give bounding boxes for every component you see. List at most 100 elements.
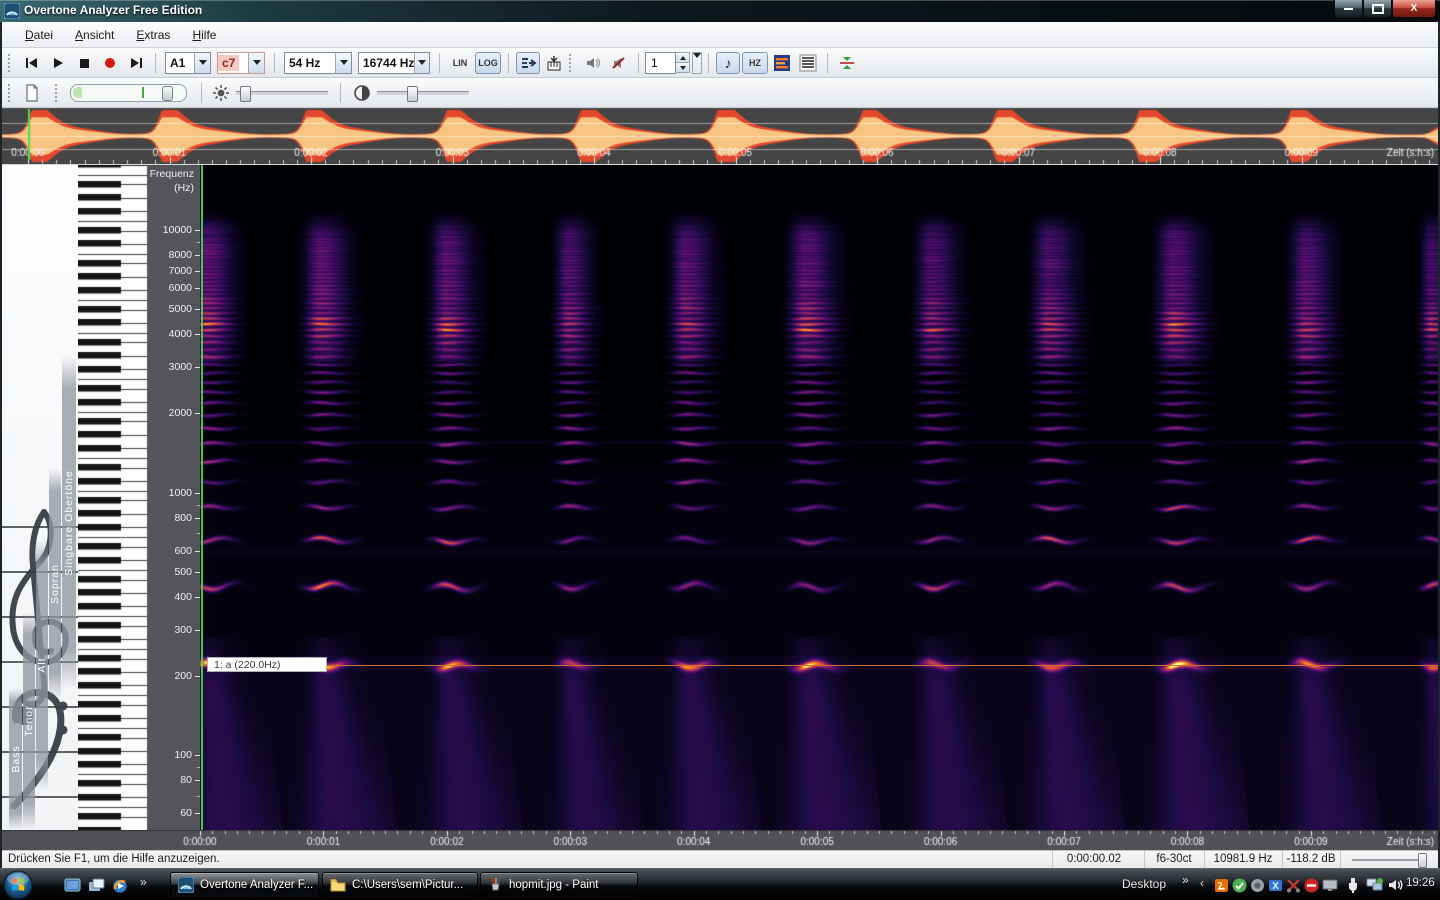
- tray-antivirus-icon[interactable]: [1232, 878, 1247, 893]
- menu-ansicht[interactable]: Ansicht: [64, 25, 125, 45]
- tray-volume-icon[interactable]: [1388, 877, 1404, 893]
- status-slider-track[interactable]: [1352, 859, 1422, 861]
- speaker-button[interactable]: [581, 52, 605, 74]
- high-note-combobox[interactable]: c7: [217, 51, 265, 74]
- status-zoom-slider[interactable]: [1340, 851, 1438, 868]
- desktop-screen: Overtone Analyzer Free Edition X Datei A…: [0, 0, 1440, 900]
- vocal-range-bar-singbare-obert-ne[interactable]: Singbare Obertöne: [62, 355, 76, 690]
- toolbar-separator: [201, 82, 202, 103]
- mute-button[interactable]: [607, 52, 631, 74]
- spectrogram-canvas[interactable]: [200, 165, 1440, 830]
- menu-hilfe[interactable]: Hilfe: [181, 25, 227, 45]
- tray-java-icon[interactable]: [1214, 878, 1229, 893]
- toolbar-separator: [274, 52, 275, 73]
- tray-bluetooth-icon[interactable]: [1268, 878, 1283, 893]
- collapse-split-button[interactable]: [835, 52, 859, 74]
- menu-extras[interactable]: Extras: [125, 25, 181, 45]
- contrast-slider[interactable]: [377, 85, 469, 102]
- status-slider-thumb[interactable]: [1418, 853, 1427, 868]
- max-freq-combobox[interactable]: 16744 Hz: [358, 51, 430, 74]
- tray-scissors-icon[interactable]: [1286, 878, 1301, 893]
- menubar: Datei Ansicht Extras Hilfe: [0, 22, 1440, 48]
- tray-blocked-icon[interactable]: [1304, 878, 1319, 893]
- vocal-range-bar-alt[interactable]: Alt: [36, 540, 48, 790]
- vocal-range-bar-sopran[interactable]: Sopran: [49, 468, 61, 700]
- dropdown-arrow-icon[interactable]: [194, 52, 210, 73]
- stop-button[interactable]: [72, 52, 96, 74]
- start-button[interactable]: [3, 870, 33, 900]
- spin-up-button[interactable]: [676, 53, 689, 62]
- tray-network-icon[interactable]: [1366, 877, 1384, 893]
- spectrogram-view-button[interactable]: [770, 52, 794, 74]
- log-scale-button[interactable]: LOG: [475, 51, 501, 74]
- toolbar-grip[interactable]: [8, 83, 13, 102]
- lines-view-button[interactable]: [796, 52, 820, 74]
- pitch-cursor-label: 1: a (220.0Hz): [207, 657, 327, 672]
- toolbar-grip[interactable]: [55, 83, 60, 102]
- low-note-combobox[interactable]: A1: [165, 51, 211, 74]
- overview-canvas[interactable]: [0, 109, 1440, 164]
- contrast-slider-thumb[interactable]: [407, 85, 418, 102]
- window-frame-left: [0, 22, 2, 868]
- piano-keyboard[interactable]: [78, 165, 148, 830]
- play-button[interactable]: [46, 52, 70, 74]
- tray-collapse-arrow[interactable]: ‹: [1200, 876, 1204, 890]
- switch-windows-icon[interactable]: [88, 878, 105, 893]
- taskbar-clock[interactable]: 19:26: [1406, 877, 1435, 889]
- show-desktop-icon[interactable]: [64, 878, 81, 893]
- taskbar-button-explorer[interactable]: C:\Users\sem\Pictur...: [322, 872, 478, 897]
- zoom-range-widget[interactable]: [70, 83, 187, 102]
- desktop-toolbar-label[interactable]: Desktop: [1122, 877, 1166, 891]
- media-player-icon[interactable]: [112, 878, 128, 894]
- skip-end-button[interactable]: [124, 52, 148, 74]
- toolbar-grip[interactable]: [569, 53, 574, 72]
- record-button[interactable]: [98, 52, 122, 74]
- restore-button[interactable]: [1363, 0, 1392, 18]
- freq-tick-label: 300: [174, 624, 192, 636]
- new-document-button[interactable]: [20, 82, 44, 104]
- zoom-range-marker: [142, 86, 144, 98]
- desktop-toolbar-chevron[interactable]: »: [1182, 873, 1189, 887]
- toolbar-grip[interactable]: [8, 53, 13, 72]
- dropdown-arrow-icon[interactable]: [335, 52, 351, 73]
- dropdown-arrow-icon[interactable]: [248, 52, 264, 73]
- brightness-slider-thumb[interactable]: [240, 85, 251, 102]
- frequency-axis-unit: (Hz): [174, 182, 194, 194]
- toolbar-separator: [155, 52, 156, 73]
- vocal-range-bar-bass[interactable]: Bass: [9, 688, 22, 830]
- freq-tick-label: 800: [174, 512, 192, 524]
- channel-dropdown-button[interactable]: [692, 51, 702, 74]
- tray-gear-icon[interactable]: [1250, 878, 1265, 893]
- piano-marker-button[interactable]: [542, 52, 566, 74]
- taskbar-button-overtone[interactable]: Overtone Analyzer F...: [170, 872, 319, 897]
- pitch-cursor-line[interactable]: [200, 665, 1440, 666]
- quicklaunch-chevron[interactable]: »: [140, 875, 147, 889]
- menu-datei[interactable]: Datei: [14, 25, 64, 45]
- tray-power-icon[interactable]: [1346, 877, 1360, 893]
- linear-scale-button[interactable]: LIN: [447, 52, 473, 74]
- channel-spinner[interactable]: 1: [645, 51, 702, 74]
- min-freq-combobox[interactable]: 54 Hz: [284, 51, 352, 74]
- vocal-range-bar-tenor[interactable]: Tenor: [23, 612, 35, 830]
- zoom-range-thumb[interactable]: [162, 85, 173, 101]
- export-panel-button[interactable]: [516, 51, 540, 74]
- toolbar-separator: [340, 82, 341, 103]
- tray-display-icon[interactable]: [1322, 878, 1338, 893]
- titlebar[interactable]: Overtone Analyzer Free Edition X: [0, 0, 1440, 22]
- taskbar-button-paint[interactable]: hopmit.jpg - Paint: [480, 872, 638, 897]
- frequency-axis-title: Frequenz: [149, 168, 194, 180]
- hz-display-toggle[interactable]: HZ: [742, 51, 768, 74]
- minimize-button[interactable]: [1334, 0, 1363, 18]
- note-display-toggle[interactable]: ♪: [716, 51, 740, 74]
- statusbar: Drücken Sie F1, um die Hilfe anzuzeigen.…: [0, 850, 1440, 869]
- playhead-line[interactable]: [201, 165, 203, 830]
- close-button[interactable]: X: [1392, 0, 1436, 18]
- brightness-slider[interactable]: [236, 85, 328, 102]
- channel-value[interactable]: 1: [645, 51, 676, 74]
- waveform-overview: [0, 108, 1440, 164]
- spin-down-button[interactable]: [676, 62, 689, 72]
- freq-tick-label: 3000: [168, 361, 192, 373]
- dropdown-arrow-icon[interactable]: [413, 52, 429, 73]
- skip-start-button[interactable]: [20, 52, 44, 74]
- time-axis-canvas: [0, 830, 1440, 850]
